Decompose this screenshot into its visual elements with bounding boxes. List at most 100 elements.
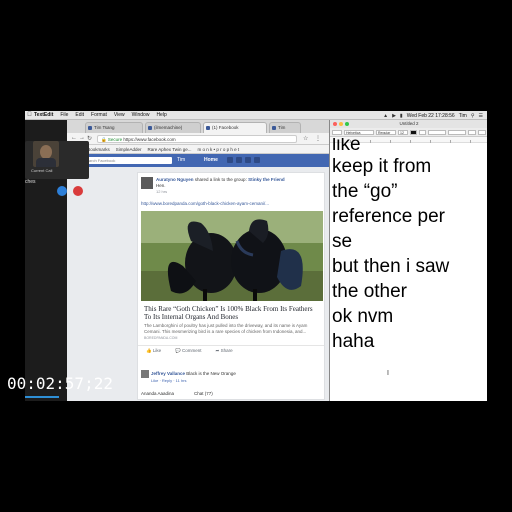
text-cursor-icon: I bbox=[387, 370, 389, 377]
text-line: but then i saw bbox=[332, 256, 450, 277]
alignment-buttons[interactable] bbox=[448, 130, 466, 135]
menu-view[interactable]: View bbox=[114, 112, 125, 118]
bold-italic-underline-buttons[interactable] bbox=[428, 130, 446, 135]
minimize-window-icon[interactable] bbox=[339, 122, 343, 126]
post-message: Hen. bbox=[156, 183, 166, 188]
textedit-titlebar: Untitled 2 bbox=[330, 120, 487, 128]
video-timecode: 00:02:57;22 bbox=[7, 374, 113, 393]
bookmark-star-icon[interactable]: ☆ bbox=[303, 135, 308, 142]
help-icon[interactable] bbox=[254, 157, 260, 163]
current-call-card: Current Call ches bbox=[25, 141, 89, 196]
chrome-menu-icon[interactable]: ⋮ bbox=[315, 135, 321, 142]
comment-meta[interactable]: Like · Reply · 11 hrs bbox=[141, 378, 321, 384]
bookmark-aphex[interactable]: Rare Aphex Twin ge... bbox=[148, 147, 192, 152]
end-call-button[interactable] bbox=[73, 186, 83, 196]
facebook-search-input[interactable]: Search Facebook bbox=[82, 157, 172, 164]
tab-strip: Tim Tsang (ilmemachine) (1) Facebook Tim bbox=[67, 120, 329, 133]
post-group[interactable]: Stinky the Friend bbox=[248, 177, 285, 182]
zoom-window-icon[interactable] bbox=[345, 122, 349, 126]
share-icon: ➦ bbox=[215, 347, 220, 353]
tab-favicon bbox=[88, 126, 92, 130]
post-author[interactable]: Auratyno Nguyen bbox=[156, 177, 194, 182]
text-line: the “go” bbox=[332, 181, 398, 202]
facebook-home-link[interactable]: Home bbox=[204, 157, 218, 163]
menu-help[interactable]: Help bbox=[156, 112, 166, 118]
menu-app-name[interactable]: TextEdit bbox=[34, 112, 53, 118]
facebook-feed: Auratyno Nguyen shared a link to the gro… bbox=[67, 167, 329, 401]
tab-favicon bbox=[272, 126, 276, 130]
tab-favicon bbox=[206, 126, 210, 130]
menu-file[interactable]: File bbox=[60, 112, 68, 118]
timecode-underline bbox=[25, 396, 59, 398]
apple-menu-icon[interactable]:  bbox=[25, 112, 34, 118]
font-size-select[interactable]: 12 bbox=[398, 130, 408, 135]
menu-bar:  TextEdit File Edit Format View Window … bbox=[25, 111, 487, 120]
battery-icon[interactable]: ▮ bbox=[400, 113, 403, 119]
post-header: Auratyno Nguyen shared a link to the gro… bbox=[156, 177, 324, 183]
post-link[interactable]: http://www.boredpanda.com/goth-black-chi… bbox=[141, 201, 269, 206]
messages-icon[interactable] bbox=[236, 157, 242, 163]
volume-icon[interactable]: ▶ bbox=[392, 113, 396, 119]
comment-author[interactable]: Jeffrey Vallance bbox=[151, 371, 185, 376]
menu-clock[interactable]: Wed Feb 22 17:28:56 bbox=[407, 113, 455, 119]
bookmark-monk[interactable]: m o n k • p r o p h e t bbox=[198, 147, 240, 152]
spotlight-icon[interactable]: ⚲ bbox=[471, 113, 475, 119]
chat-contact[interactable]: Ananda Aaadina bbox=[141, 391, 174, 396]
comment-button[interactable]: 💬 Comment bbox=[175, 348, 201, 354]
like-button[interactable]: 👍 Like bbox=[146, 348, 161, 354]
menu-user[interactable]: Tim bbox=[459, 113, 467, 119]
notification-center-icon[interactable]: ☰ bbox=[479, 113, 483, 119]
close-window-icon[interactable] bbox=[333, 122, 337, 126]
post-timestamp[interactable]: 12 hrs bbox=[156, 189, 167, 194]
facebook-top-bar: f Search Facebook Tim Home bbox=[67, 154, 329, 167]
menu-format[interactable]: Format bbox=[91, 112, 107, 118]
call-title: Current Call bbox=[31, 168, 53, 173]
text-line: ok nvm bbox=[332, 306, 394, 327]
tab-favicon bbox=[148, 126, 152, 130]
caller-name: ches bbox=[25, 179, 36, 185]
comment-text: Black is the New Orange bbox=[186, 371, 236, 377]
secure-label: Secure bbox=[107, 137, 123, 142]
facebook-left-column bbox=[67, 167, 134, 401]
share-button[interactable]: ➦ Share bbox=[216, 348, 233, 354]
font-family-select[interactable]: Helvetica bbox=[344, 130, 374, 135]
document-title: Untitled 2 bbox=[399, 121, 419, 126]
post-author-avatar[interactable] bbox=[141, 177, 153, 189]
bookmark-bookmarks[interactable]: Bookmarks bbox=[87, 147, 110, 152]
tab-ilmemachine[interactable]: (ilmemachine) bbox=[145, 122, 201, 133]
highlight-color-well[interactable] bbox=[419, 130, 426, 135]
microphone-button[interactable] bbox=[57, 186, 67, 196]
tab-facebook[interactable]: (1) Facebook bbox=[203, 122, 267, 133]
url-text: https://www.facebook.com bbox=[123, 137, 176, 142]
text-line: the other bbox=[332, 281, 407, 302]
chat-button[interactable]: Chat (77) bbox=[194, 391, 213, 396]
thumbs-up-icon: 👍 bbox=[146, 347, 152, 353]
bookmark-simpleadder[interactable]: SimpleAdder bbox=[116, 147, 142, 152]
wifi-icon[interactable]: ▲ bbox=[383, 113, 388, 119]
text-line: reference per bbox=[332, 206, 446, 227]
facebook-profile-link[interactable]: Tim bbox=[177, 157, 185, 163]
textedit-window: Untitled 2 Helvetica Regular 12 like kee… bbox=[329, 120, 487, 401]
font-style-select[interactable]: Regular bbox=[376, 130, 396, 135]
menu-edit[interactable]: Edit bbox=[75, 112, 84, 118]
post-link-image[interactable] bbox=[141, 211, 323, 301]
text-color-well[interactable] bbox=[410, 130, 417, 135]
text-line: keep it from bbox=[332, 156, 432, 177]
url-input[interactable]: 🔒 Secure https://www.facebook.com bbox=[97, 135, 297, 143]
notifications-icon[interactable] bbox=[245, 157, 251, 163]
line-spacing-select[interactable] bbox=[468, 130, 476, 135]
post-link-title[interactable]: This Rare “Goth Chicken” Is 100% Black F… bbox=[144, 305, 314, 321]
commenter-avatar[interactable] bbox=[141, 370, 149, 378]
menu-extras: ▲ ▶ ▮ Wed Feb 22 17:28:56 Tim ⚲ ☰ bbox=[383, 111, 483, 120]
tab-tim-tsang[interactable]: Tim Tsang bbox=[85, 122, 143, 133]
address-bar: ← → ↻ 🔒 Secure https://www.facebook.com … bbox=[67, 133, 329, 145]
menu-window[interactable]: Window bbox=[132, 112, 150, 118]
tab-tim[interactable]: Tim bbox=[269, 122, 301, 133]
list-select[interactable] bbox=[478, 130, 486, 135]
paragraph-style-select[interactable] bbox=[332, 130, 342, 135]
text-line: haha bbox=[332, 331, 375, 352]
friend-requests-icon[interactable] bbox=[227, 157, 233, 163]
bookmarks-bar: Apps Bookmarks SimpleAdder Rare Aphex Tw… bbox=[67, 145, 329, 154]
document-text[interactable]: like keep it from the “go” reference per… bbox=[332, 138, 487, 354]
feed-post: Auratyno Nguyen shared a link to the gro… bbox=[137, 172, 325, 400]
